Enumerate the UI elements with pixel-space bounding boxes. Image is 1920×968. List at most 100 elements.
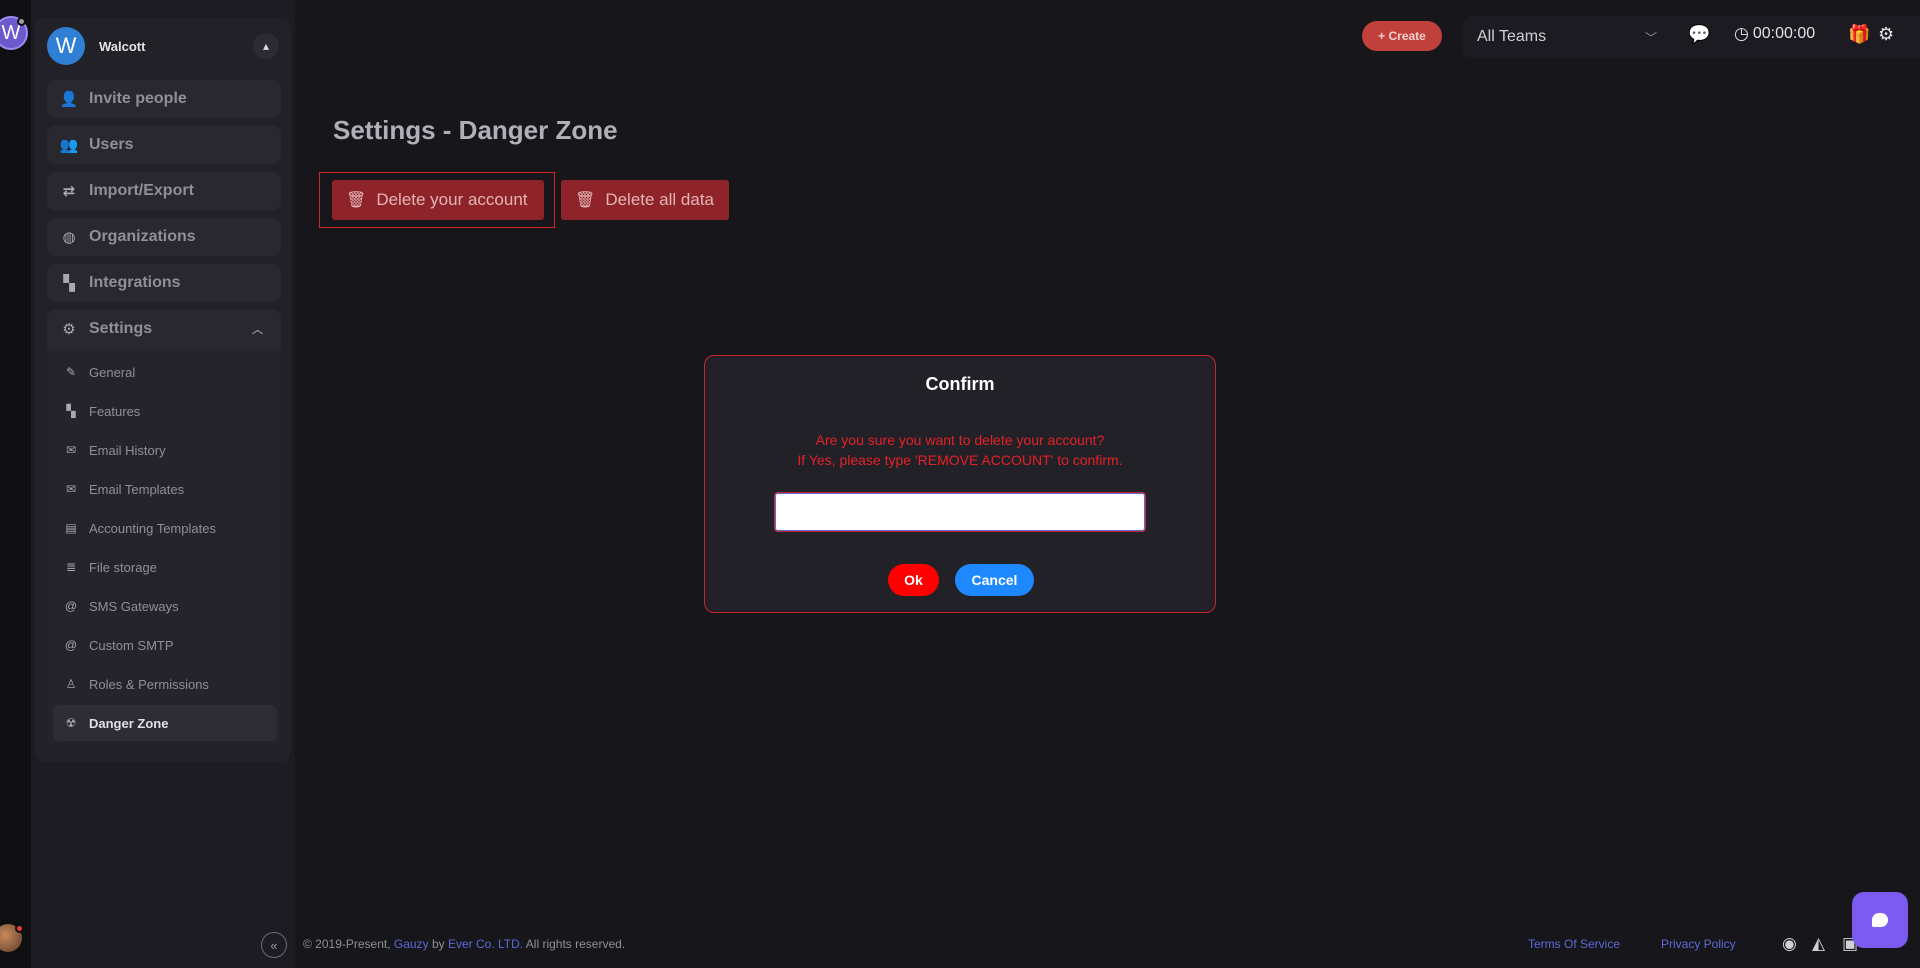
- timer-value: 00:00:00: [1752, 25, 1816, 42]
- sidebar-item-settings[interactable]: ⚙ Settings ︿: [47, 310, 281, 348]
- puzzle-icon: ▚: [66, 404, 76, 418]
- workspace-avatar[interactable]: W: [0, 16, 28, 50]
- double-chevron-left-icon: «: [270, 937, 278, 953]
- submenu-item-label: Custom SMTP: [89, 637, 174, 653]
- dialog-title: Confirm: [925, 374, 995, 394]
- submenu-item-label: Danger Zone: [89, 715, 169, 731]
- submenu-item-label: Email History: [89, 442, 166, 458]
- clock-icon: ◷: [1734, 24, 1749, 43]
- submenu-item-label: File storage: [89, 559, 157, 575]
- submenu-item-features[interactable]: ▚ Features: [53, 393, 277, 429]
- workspace-strip: W: [0, 0, 31, 968]
- submenu-item-accounting-templates[interactable]: ▤ Accounting Templates: [53, 510, 277, 546]
- submenu-item-email-history[interactable]: ✉ Email History: [53, 432, 277, 468]
- gear-icon: ⚙: [62, 321, 76, 338]
- confirm-text-input[interactable]: [774, 492, 1146, 532]
- sidebar-item-import-export[interactable]: ⇄ Import/Export: [47, 172, 281, 210]
- submenu-item-danger-zone[interactable]: ☢ Danger Zone: [53, 705, 277, 741]
- envelope-open-icon: ✉: [65, 443, 77, 457]
- radiation-icon: ☢: [65, 716, 77, 730]
- sidebar-item-label: Integrations: [89, 274, 181, 291]
- submenu-item-sms-gateways[interactable]: @ SMS Gateways: [53, 588, 277, 624]
- swap-icon: ⇄: [62, 183, 76, 200]
- settings-submenu: ✎ General ▚ Features ✉ Email History ✉ E…: [47, 348, 281, 744]
- submenu-item-label: SMS Gateways: [89, 598, 179, 614]
- avatar-initial: W: [55, 33, 77, 58]
- submenu-item-custom-smtp[interactable]: @ Custom SMTP: [53, 627, 277, 663]
- chevron-up-icon[interactable]: ▴: [253, 33, 279, 59]
- privacy-link[interactable]: Privacy Policy: [1661, 937, 1736, 951]
- puzzle-icon: ▚: [63, 275, 75, 292]
- team-select-value: All Teams: [1477, 28, 1547, 45]
- submenu-item-label: Roles & Permissions: [89, 676, 209, 692]
- sidebar-item-organizations[interactable]: ◍ Organizations: [47, 218, 281, 256]
- sidebar-item-integrations[interactable]: ▚ Integrations: [47, 264, 281, 302]
- sidebar-item-label: Users: [89, 136, 134, 153]
- user-name: Walcott: [99, 38, 146, 54]
- sidebar-item-invite-people[interactable]: 👤 Invite people: [47, 80, 281, 118]
- github-icon[interactable]: ◉: [1782, 934, 1797, 954]
- avatar: W: [47, 27, 85, 65]
- delete-all-data-button[interactable]: 🗑 Delete all data: [561, 180, 729, 220]
- delete-account-label: Delete your account: [376, 190, 528, 209]
- database-icon: ≣: [65, 560, 77, 574]
- gift-icon[interactable]: 🎁: [1848, 24, 1870, 45]
- submenu-item-general[interactable]: ✎ General: [53, 354, 277, 390]
- submenu-item-label: Accounting Templates: [89, 520, 216, 536]
- users-icon: 👥: [59, 137, 79, 154]
- chat-icon[interactable]: 💬: [1688, 24, 1710, 45]
- dialog-message-line2: If Yes, please type 'REMOVE ACCOUNT' to …: [797, 452, 1123, 468]
- chat-launcher-button[interactable]: [1852, 892, 1908, 948]
- company-link[interactable]: Ever Co. LTD.: [448, 937, 523, 951]
- sidebar-item-label: Settings: [89, 320, 153, 337]
- at-icon: @: [64, 599, 78, 613]
- user-plus-icon: 👤: [59, 91, 79, 108]
- sidebar-panel: W Walcott ▴ 👤 Invite people 👥 Users ⇄ Im…: [35, 18, 291, 762]
- footer-copyright: © 2019-Present, Gauzy by Ever Co. LTD. A…: [303, 937, 625, 951]
- sidebar-item-users[interactable]: 👥 Users: [47, 126, 281, 164]
- create-button[interactable]: + Create: [1362, 21, 1442, 51]
- team-select[interactable]: All Teams ﹀: [1467, 20, 1667, 54]
- gear-icon[interactable]: ⚙: [1878, 24, 1894, 45]
- submenu-item-label: General: [89, 364, 136, 380]
- timer[interactable]: ◷ 00:00:00: [1734, 24, 1815, 44]
- footer-rights: All rights reserved.: [525, 937, 626, 951]
- sidebar-item-label: Organizations: [89, 228, 196, 245]
- gitlab-icon[interactable]: ◭: [1812, 934, 1825, 954]
- submenu-item-email-templates[interactable]: ✉ Email Templates: [53, 471, 277, 507]
- delete-account-button[interactable]: 🗑 Delete your account: [332, 180, 544, 220]
- sidebar-item-label: Import/Export: [89, 182, 194, 199]
- collapse-sidebar-button[interactable]: «: [261, 932, 287, 958]
- confirm-dialog: Confirm Are you sure you want to delete …: [704, 355, 1216, 613]
- profile-avatar[interactable]: [0, 924, 24, 952]
- sidebar-item-label: Invite people: [89, 90, 187, 107]
- chevron-down-icon: ﹀: [1644, 31, 1657, 45]
- award-icon: ♙: [65, 677, 77, 691]
- delete-data-label: Delete all data: [605, 190, 714, 209]
- copyright-prefix: © 2019-Present,: [303, 937, 391, 951]
- dialog-message-line1: Are you sure you want to delete your acc…: [815, 432, 1105, 448]
- brand-link[interactable]: Gauzy: [394, 937, 429, 951]
- page-title: Settings - Danger Zone: [333, 115, 618, 145]
- user-row[interactable]: W Walcott ▴: [47, 26, 279, 66]
- submenu-item-file-storage[interactable]: ≣ File storage: [53, 549, 277, 585]
- cancel-button[interactable]: Cancel: [955, 564, 1034, 596]
- create-button-label: + Create: [1378, 29, 1426, 43]
- footer-by: by: [431, 937, 445, 951]
- workspace-avatar-initial: W: [1, 21, 21, 44]
- trash-icon: 🗑: [575, 192, 596, 209]
- globe-icon: ◍: [62, 229, 76, 246]
- submenu-item-label: Features: [89, 403, 141, 419]
- chat-bubble-icon: [1872, 913, 1888, 927]
- sidebar: W Walcott ▴ 👤 Invite people 👥 Users ⇄ Im…: [31, 0, 295, 968]
- id-card-icon: ▤: [65, 521, 77, 535]
- chevron-up-icon: ︿: [252, 324, 263, 336]
- notification-dot: [15, 924, 24, 933]
- submenu-item-roles-permissions[interactable]: ♙ Roles & Permissions: [53, 666, 277, 702]
- status-dot: [17, 17, 26, 26]
- terms-link[interactable]: Terms Of Service: [1528, 937, 1620, 951]
- submenu-item-label: Email Templates: [89, 481, 185, 497]
- trash-icon: 🗑: [346, 192, 367, 209]
- ok-button[interactable]: Ok: [888, 564, 939, 596]
- pencil-icon: ✎: [65, 365, 77, 379]
